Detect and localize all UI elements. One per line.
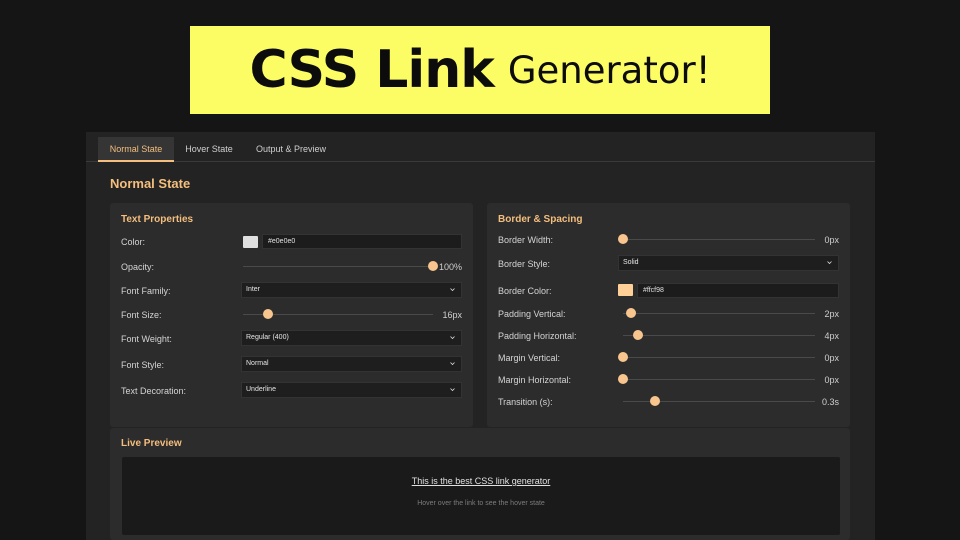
- padding-vertical-label: Padding Vertical:: [498, 309, 566, 319]
- preview-link[interactable]: This is the best CSS link generator: [122, 476, 840, 486]
- font-size-label: Font Size:: [121, 310, 162, 320]
- tab-bar: Normal State Hover State Output & Previe…: [86, 132, 875, 162]
- text-decoration-label: Text Decoration:: [121, 386, 187, 396]
- opacity-value: 100%: [438, 262, 462, 272]
- padding-vertical-slider[interactable]: [623, 308, 815, 318]
- banner-title-light: Generator!: [507, 48, 711, 92]
- font-weight-label: Font Weight:: [121, 334, 172, 344]
- text-decoration-value: Underline: [246, 386, 276, 393]
- margin-vertical-value: 0px: [824, 353, 839, 363]
- chevron-down-icon: [450, 336, 455, 340]
- font-size-value: 16px: [442, 310, 462, 320]
- color-label: Color:: [121, 237, 146, 247]
- border-width-slider[interactable]: [618, 234, 815, 244]
- font-size-slider-thumb[interactable]: [262, 309, 273, 319]
- border-width-slider-thumb[interactable]: [618, 234, 628, 244]
- font-size-slider[interactable]: [243, 309, 433, 319]
- font-family-label: Font Family:: [121, 286, 171, 296]
- border-style-select[interactable]: Solid: [618, 255, 839, 271]
- preview-area: This is the best CSS link generator Hove…: [122, 457, 840, 535]
- color-swatch[interactable]: [243, 236, 258, 248]
- chevron-down-icon: [450, 288, 455, 292]
- transition-slider-thumb[interactable]: [649, 396, 660, 406]
- margin-horizontal-slider-thumb[interactable]: [618, 374, 628, 384]
- link-generator-app: Normal State Hover State Output & Previe…: [86, 132, 875, 540]
- text-properties-card: Text Properties Color: #e0e0e0 Opacity: …: [110, 203, 473, 427]
- padding-vertical-slider-thumb[interactable]: [625, 308, 636, 318]
- font-style-select[interactable]: Normal: [241, 356, 462, 372]
- font-weight-select[interactable]: Regular (400): [241, 330, 462, 346]
- padding-horizontal-label: Padding Horizontal:: [498, 331, 577, 341]
- transition-label: Transition (s):: [498, 397, 553, 407]
- margin-vertical-slider[interactable]: [618, 352, 815, 362]
- margin-horizontal-label: Margin Horizontal:: [498, 375, 572, 385]
- padding-horizontal-value: 4px: [824, 331, 839, 341]
- border-color-label: Border Color:: [498, 286, 552, 296]
- margin-vertical-slider-thumb[interactable]: [618, 352, 628, 362]
- padding-horizontal-slider[interactable]: [623, 330, 815, 340]
- tab-hover-state[interactable]: Hover State: [176, 137, 242, 162]
- chevron-down-icon: [450, 362, 455, 366]
- border-spacing-title: Border & Spacing: [498, 214, 583, 225]
- tab-output-preview[interactable]: Output & Preview: [246, 137, 336, 162]
- text-decoration-select[interactable]: Underline: [241, 382, 462, 398]
- border-style-label: Border Style:: [498, 259, 551, 269]
- page-title: Normal State: [110, 176, 191, 191]
- border-spacing-card: Border & Spacing Border Width: 0px Borde…: [487, 203, 850, 427]
- banner-title-bold: CSS Link: [249, 40, 494, 100]
- font-weight-value: Regular (400): [246, 334, 289, 341]
- font-family-value: Inter: [246, 286, 261, 293]
- font-style-value: Normal: [246, 360, 269, 367]
- opacity-slider[interactable]: [243, 261, 438, 271]
- border-color-hex-input[interactable]: #ffcf98: [637, 283, 839, 298]
- margin-horizontal-slider[interactable]: [618, 374, 815, 384]
- chevron-down-icon: [827, 261, 832, 265]
- live-preview-title: Live Preview: [121, 438, 182, 449]
- border-width-value: 0px: [824, 235, 839, 245]
- padding-vertical-value: 2px: [824, 309, 839, 319]
- border-width-label: Border Width:: [498, 235, 554, 245]
- title-banner: CSS Link Generator!: [190, 26, 770, 114]
- transition-slider[interactable]: [623, 396, 815, 406]
- chevron-down-icon: [450, 388, 455, 392]
- margin-horizontal-value: 0px: [824, 375, 839, 385]
- tab-normal-state[interactable]: Normal State: [98, 137, 174, 162]
- padding-horizontal-slider-thumb[interactable]: [633, 330, 644, 340]
- margin-vertical-label: Margin Vertical:: [498, 353, 561, 363]
- transition-value: 0.3s: [821, 397, 839, 407]
- preview-hint: Hover over the link to see the hover sta…: [417, 500, 545, 507]
- border-color-swatch[interactable]: [618, 284, 633, 296]
- font-family-select[interactable]: Inter: [241, 282, 462, 298]
- text-properties-title: Text Properties: [121, 214, 194, 225]
- font-style-label: Font Style:: [121, 360, 165, 370]
- opacity-label: Opacity:: [121, 262, 155, 272]
- color-hex-input[interactable]: #e0e0e0: [262, 234, 462, 249]
- border-style-value: Solid: [623, 259, 639, 266]
